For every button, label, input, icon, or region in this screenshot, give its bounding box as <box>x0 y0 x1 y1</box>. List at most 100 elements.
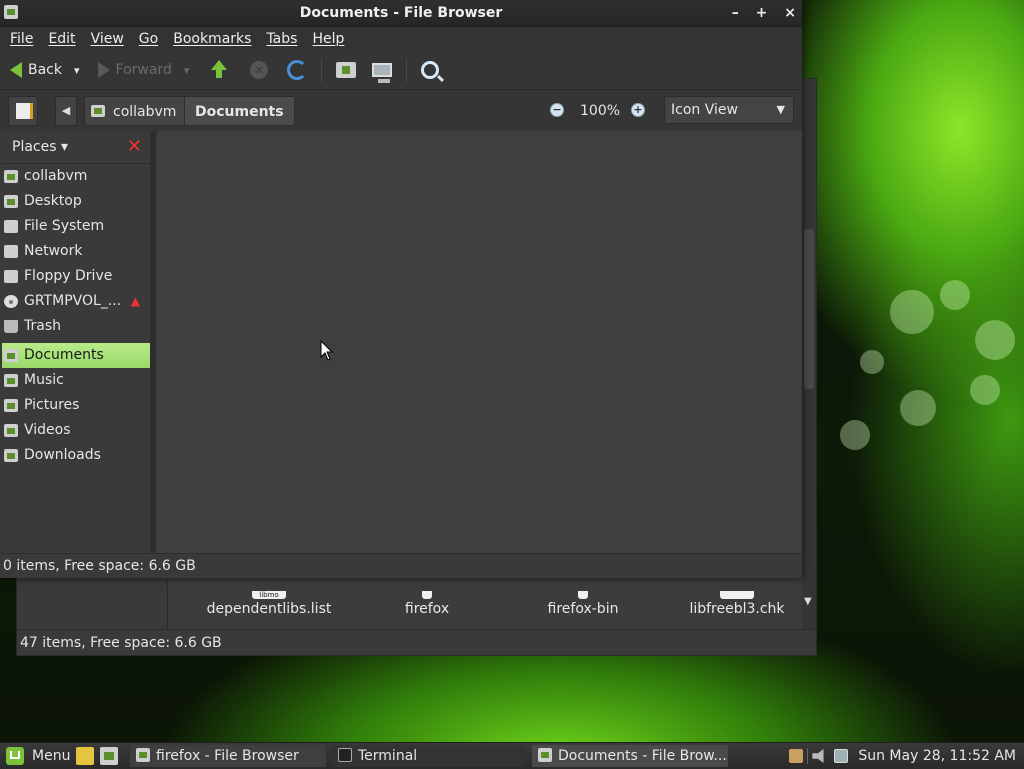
drive-icon <box>4 220 18 233</box>
places-dropdown-label[interactable]: Places ▾ <box>12 139 68 155</box>
bokeh-light <box>840 420 870 450</box>
network-icon <box>4 245 18 258</box>
toolbar: Back ▾ Forward ▾ ✕ <box>0 51 802 90</box>
minimize-button[interactable]: – <box>732 5 739 21</box>
taskbar-task-documents-file-browser[interactable]: Documents - File Brow... <box>532 745 728 767</box>
view-mode-select[interactable]: Icon View ▼ <box>664 96 794 124</box>
sidebar-item-trash[interactable]: Trash <box>2 314 150 339</box>
taskbar-task-terminal[interactable]: Terminal <box>332 745 524 767</box>
back-button[interactable]: Back ▾ <box>10 62 80 78</box>
sidebar-item-label: File System <box>24 218 105 234</box>
file-thumbnail <box>578 591 588 599</box>
file-thumbnail <box>422 591 432 599</box>
eject-icon[interactable]: ▲ <box>131 289 140 314</box>
file-item[interactable]: firefox <box>347 591 507 617</box>
forward-arrow-icon <box>97 62 110 78</box>
menu-view[interactable]: View <box>91 31 124 47</box>
folder-icon <box>4 349 18 362</box>
forward-button[interactable]: Forward ▾ <box>97 62 190 78</box>
computer-icon[interactable] <box>372 63 393 83</box>
file-item[interactable]: firefox-bin <box>503 591 663 617</box>
lock-icon[interactable] <box>789 749 804 763</box>
back-window-scrollbar[interactable]: ▼ <box>802 79 816 635</box>
close-sidebar-icon[interactable]: ✕ <box>127 131 142 163</box>
network-status-icon[interactable] <box>834 749 849 763</box>
up-arrow-icon[interactable] <box>207 58 231 82</box>
sidebar-item-videos[interactable]: Videos <box>2 418 150 443</box>
sidebar-item-desktop[interactable]: Desktop <box>2 189 150 214</box>
breadcrumb-documents[interactable]: Documents <box>184 96 295 126</box>
toolbar-separator <box>406 58 408 82</box>
sidebar-item-label: Documents <box>24 347 104 363</box>
sidebar-item-network[interactable]: Network <box>2 239 150 264</box>
sidebar-item-pictures[interactable]: Pictures <box>2 393 150 418</box>
location-bar: ◀ collabvm Documents − 100% + Icon View … <box>0 90 802 133</box>
back-window-sidebar <box>17 579 168 633</box>
floppy-icon <box>4 270 18 283</box>
file-browser-icon <box>538 748 552 762</box>
folder-icon <box>4 374 18 387</box>
sidebar-item-music[interactable]: Music <box>2 368 150 393</box>
stop-icon[interactable]: ✕ <box>250 61 269 79</box>
file-view-area[interactable] <box>158 131 802 553</box>
back-window-status-bar: 47 items, Free space: 6.6 GB <box>17 629 816 655</box>
back-window-file-grid: libmo dependentlibs.list firefox firefox… <box>169 577 799 633</box>
sidebar-item-collabvm[interactable]: collabvm <box>2 164 150 189</box>
zoom-in-icon[interactable]: + <box>631 103 645 117</box>
menu-help[interactable]: Help <box>312 31 344 47</box>
reload-icon[interactable] <box>287 60 308 80</box>
status-bar: 0 items, Free space: 6.6 GB <box>0 553 802 578</box>
breadcrumb-scroll-left-button[interactable]: ◀ <box>55 96 77 126</box>
bokeh-light <box>975 320 1015 360</box>
task-label: firefox - File Browser <box>156 748 299 764</box>
file-name: firefox-bin <box>547 601 619 617</box>
menu-bar: File Edit View Go Bookmarks Tabs Help <box>0 27 802 51</box>
maximize-button[interactable]: + <box>756 5 768 21</box>
task-label: Documents - File Brow... <box>558 748 727 764</box>
file-name: firefox <box>404 601 450 617</box>
sidebar-item-file-system[interactable]: File System <box>2 214 150 239</box>
forward-history-dropdown[interactable]: ▾ <box>184 64 190 77</box>
back-label: Back <box>28 62 62 78</box>
menu-tabs[interactable]: Tabs <box>266 31 297 47</box>
menu-edit[interactable]: Edit <box>48 31 75 47</box>
menu-file[interactable]: File <box>10 31 33 47</box>
documents-file-browser-window: Documents - File Browser – + × File Edit… <box>0 0 802 578</box>
bokeh-light <box>900 390 936 426</box>
file-item[interactable]: libmo dependentlibs.list <box>189 591 349 617</box>
file-name: libfreebl3.chk <box>689 601 785 617</box>
volume-icon[interactable] <box>812 749 824 763</box>
sidebar-item-documents[interactable]: Documents <box>2 343 150 368</box>
text-editor-launcher-icon[interactable] <box>76 747 94 765</box>
window-titlebar[interactable]: Documents - File Browser – + × <box>0 0 802 27</box>
scroll-down-arrow-icon[interactable]: ▼ <box>804 596 812 607</box>
sidebar-item-downloads[interactable]: Downloads <box>2 443 150 468</box>
sidebar-item-label: Music <box>24 372 64 388</box>
sidebar-item-floppy-drive[interactable]: Floppy Drive <box>2 264 150 289</box>
taskbar-task-firefox-file-browser[interactable]: firefox - File Browser <box>130 745 326 767</box>
menu-bookmarks[interactable]: Bookmarks <box>173 31 251 47</box>
scrollbar-thumb[interactable] <box>804 229 814 389</box>
breadcrumb-collabvm[interactable]: collabvm <box>84 96 188 126</box>
zoom-out-icon[interactable]: − <box>550 103 564 117</box>
toggle-location-entry-button[interactable] <box>8 96 38 126</box>
file-item[interactable]: libfreebl3.chk <box>657 591 799 617</box>
back-history-dropdown[interactable]: ▾ <box>74 64 80 77</box>
search-icon[interactable] <box>421 61 440 79</box>
file-manager-launcher-icon[interactable] <box>100 747 118 765</box>
folder-icon <box>4 449 18 462</box>
bokeh-light <box>940 280 970 310</box>
sidebar-item-label: GRTMPVOL_... <box>24 293 122 309</box>
zoom-level: 100% <box>580 103 621 119</box>
start-menu-button[interactable]: Menu <box>0 747 76 765</box>
places-sidebar: Places ▾ ✕ collabvm Desktop File System … <box>0 131 156 553</box>
home-folder-icon[interactable] <box>336 62 357 78</box>
places-header[interactable]: Places ▾ ✕ <box>2 131 150 164</box>
taskbar: Menu firefox - File Browser Terminal Doc… <box>0 742 1024 769</box>
sidebar-item-grtmpvol[interactable]: GRTMPVOL_... ▲ <box>2 289 150 314</box>
close-button[interactable]: × <box>784 5 796 21</box>
menu-go[interactable]: Go <box>139 31 158 47</box>
forward-label: Forward <box>115 62 172 78</box>
clock[interactable]: Sun May 28, 11:52 AM <box>858 748 1016 764</box>
toolbar-separator <box>321 58 323 82</box>
